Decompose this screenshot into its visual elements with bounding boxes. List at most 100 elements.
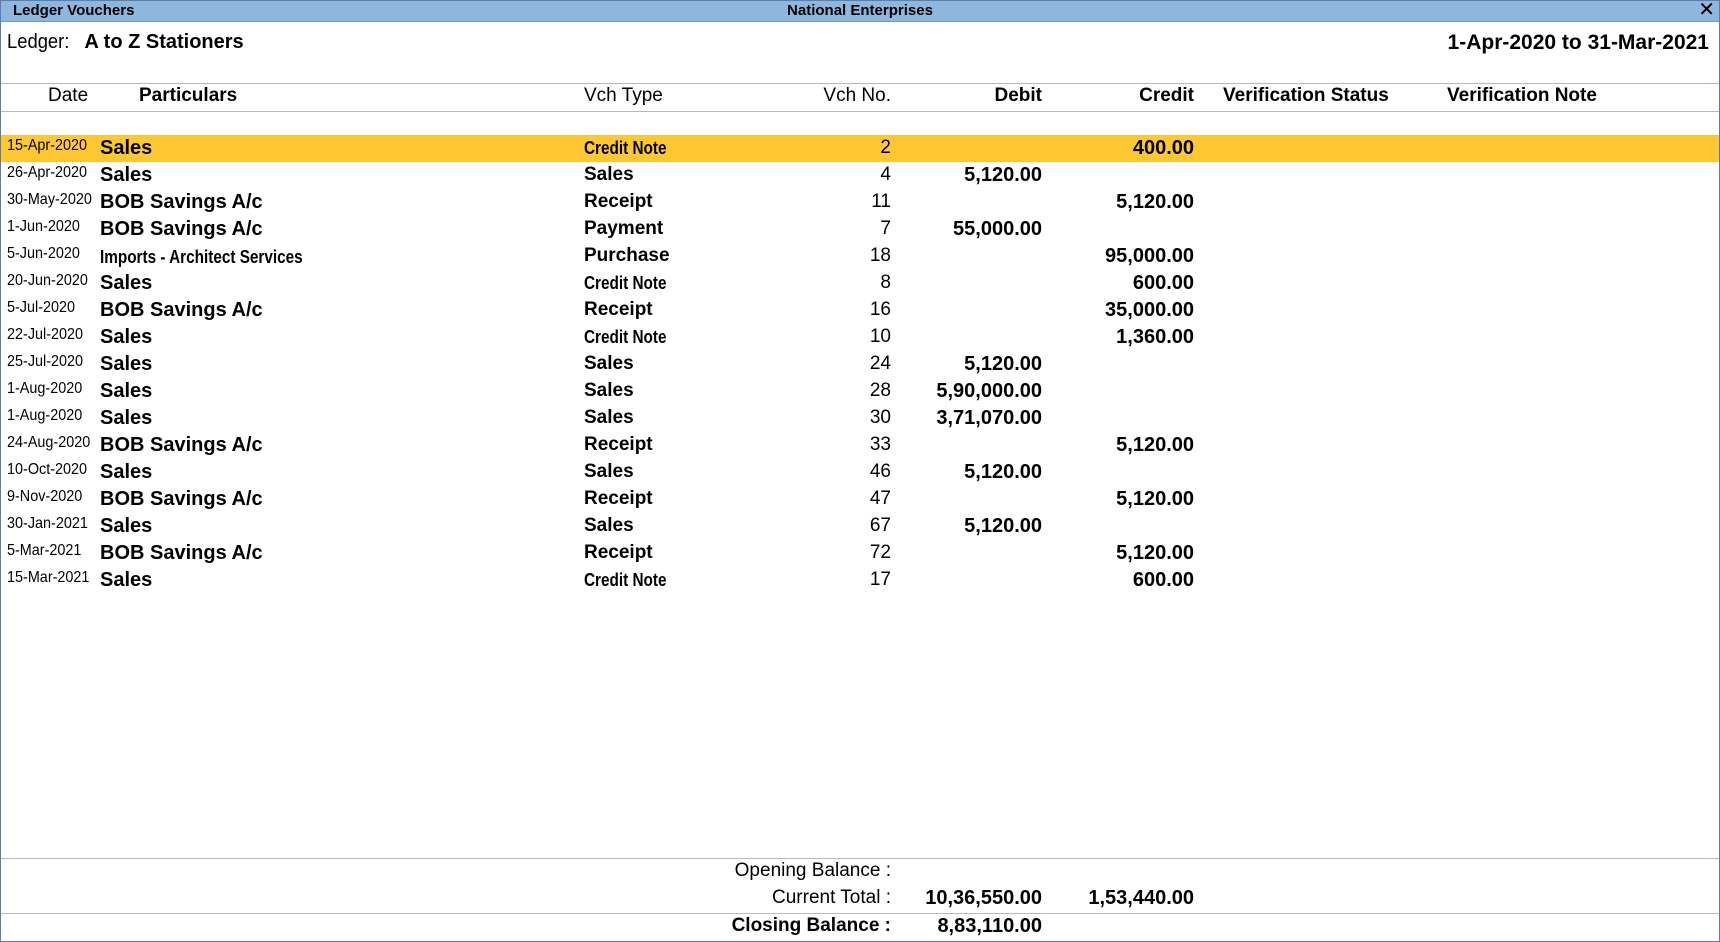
voucher-row[interactable]: 1-Aug-2020 Sales Sales 30 3,71,070.00 [1, 405, 1719, 432]
voucher-type: Sales [584, 164, 634, 185]
voucher-date: 26-Apr-2020 [7, 164, 88, 181]
voucher-type: Receipt [584, 542, 653, 563]
voucher-row[interactable]: 10-Oct-2020 Sales Sales 46 5,120.00 [1, 459, 1719, 486]
period-range[interactable]: 1-Apr-2020 to 31-Mar-2021 [1448, 31, 1709, 55]
header-divider-bottom [1, 111, 1719, 112]
voucher-particulars: BOB Savings A/c [100, 434, 263, 456]
voucher-number: 11 [871, 191, 891, 212]
column-header-verification-note: Verification Note [1447, 85, 1597, 106]
voucher-row[interactable]: 20-Jun-2020 Sales Credit Note 8 600.00 [1, 270, 1719, 297]
voucher-date: 5-Mar-2021 [7, 542, 82, 559]
header-divider-top [1, 83, 1719, 84]
voucher-debit: 3,71,070.00 [936, 407, 1042, 429]
voucher-type: Sales [584, 461, 634, 482]
voucher-number: 46 [869, 461, 891, 482]
opening-balance-label: Opening Balance : [734, 860, 891, 881]
voucher-debit: 5,120.00 [964, 164, 1042, 186]
voucher-credit: 1,360.00 [1116, 326, 1194, 348]
ledger-name[interactable]: A to Z Stationers [84, 31, 243, 53]
voucher-particulars: Sales [100, 515, 153, 537]
voucher-credit: 35,000.00 [1105, 299, 1194, 321]
voucher-row[interactable]: 9-Nov-2020 BOB Savings A/c Receipt 47 5,120.… [1, 486, 1719, 513]
voucher-date: 5-Jun-2020 [7, 245, 80, 262]
voucher-credit: 600.00 [1132, 569, 1194, 591]
voucher-row[interactable]: 15-Mar-2021 Sales Credit Note 17 600.00 [1, 567, 1719, 594]
voucher-row[interactable]: 5-Jul-2020 BOB Savings A/c Receipt 16 35,000… [1, 297, 1719, 324]
voucher-credit: 400.00 [1132, 137, 1194, 159]
voucher-number: 24 [869, 353, 891, 374]
voucher-type: Receipt [584, 191, 653, 212]
voucher-date: 20-Jun-2020 [7, 272, 88, 289]
voucher-particulars: BOB Savings A/c [100, 299, 263, 321]
voucher-row[interactable]: 5-Jun-2020 Imports - Architect Services Pu… [1, 243, 1719, 270]
voucher-row[interactable]: 30-Jan-2021 Sales Sales 67 5,120.00 [1, 513, 1719, 540]
voucher-particulars: Sales [100, 164, 153, 186]
voucher-number: 47 [869, 488, 891, 509]
current-total-label: Current Total : [772, 887, 891, 908]
voucher-number: 28 [869, 380, 891, 401]
closing-balance-debit: 8,83,110.00 [937, 915, 1042, 937]
voucher-number: 30 [869, 407, 891, 428]
voucher-type: Purchase [584, 245, 670, 266]
ledger-vouchers-window: Ledger Vouchers National Enterprises ✕ L… [0, 0, 1720, 942]
voucher-debit: 5,120.00 [964, 515, 1042, 537]
voucher-date: 1-Aug-2020 [7, 380, 83, 397]
voucher-credit: 5,120.00 [1116, 434, 1194, 456]
column-header-particulars: Particulars [139, 85, 238, 106]
voucher-row[interactable]: 1-Aug-2020 Sales Sales 28 5,90,000.00 [1, 378, 1719, 405]
voucher-row[interactable]: 30-May-2020 BOB Savings A/c Receipt 11 5,120… [1, 189, 1719, 216]
voucher-particulars: Sales [100, 326, 153, 348]
voucher-particulars: BOB Savings A/c [100, 542, 263, 564]
column-header-date: Date [48, 85, 89, 106]
voucher-number: 72 [869, 542, 891, 563]
voucher-date: 24-Aug-2020 [7, 434, 91, 451]
voucher-particulars: Sales [100, 380, 153, 402]
voucher-number: 2 [880, 137, 891, 158]
voucher-date: 25-Jul-2020 [7, 353, 84, 370]
voucher-particulars: Sales [100, 461, 153, 483]
voucher-credit: 600.00 [1132, 272, 1194, 294]
voucher-row[interactable]: 24-Aug-2020 BOB Savings A/c Receipt 33 5,120… [1, 432, 1719, 459]
voucher-debit: 5,120.00 [964, 353, 1042, 375]
voucher-number: 33 [869, 434, 891, 455]
voucher-type: Credit Note [584, 273, 667, 293]
voucher-particulars: Sales [100, 353, 153, 375]
voucher-date: 30-May-2020 [7, 191, 92, 208]
voucher-number: 10 [869, 326, 891, 347]
column-header-debit: Debit [994, 85, 1043, 106]
voucher-row[interactable]: 25-Jul-2020 Sales Sales 24 5,120.00 [1, 351, 1719, 378]
voucher-credit: 5,120.00 [1116, 542, 1194, 564]
close-icon[interactable]: ✕ [1698, 0, 1715, 21]
voucher-date: 10-Oct-2020 [7, 461, 88, 478]
column-header-vch-type: Vch Type [584, 85, 663, 106]
voucher-debit: 5,90,000.00 [936, 380, 1042, 402]
column-header-credit: Credit [1139, 85, 1194, 106]
voucher-number: 7 [880, 218, 891, 239]
voucher-type: Payment [584, 218, 664, 239]
voucher-particulars: Sales [100, 137, 153, 159]
voucher-date: 9-Nov-2020 [7, 488, 83, 505]
voucher-row[interactable]: 22-Jul-2020 Sales Credit Note 10 1,360.00 [1, 324, 1719, 351]
voucher-date: 1-Jun-2020 [7, 218, 80, 235]
voucher-particulars: Sales [100, 569, 153, 591]
ledger-label: Ledger: [7, 31, 70, 53]
voucher-particulars: BOB Savings A/c [100, 488, 263, 510]
voucher-number: 67 [869, 515, 891, 536]
voucher-number: 18 [869, 245, 891, 266]
voucher-row[interactable]: 15-Apr-2020 Sales Credit Note 2 400.00 [1, 135, 1719, 162]
voucher-type: Sales [584, 515, 634, 536]
ledger-info: Ledger: A to Z Stationers [7, 31, 244, 54]
voucher-particulars: BOB Savings A/c [100, 218, 263, 240]
voucher-number: 16 [869, 299, 891, 320]
voucher-date: 15-Mar-2021 [7, 569, 90, 586]
voucher-type: Receipt [584, 299, 653, 320]
voucher-type: Credit Note [584, 570, 667, 590]
voucher-row[interactable]: 5-Mar-2021 BOB Savings A/c Receipt 72 5,120.… [1, 540, 1719, 567]
voucher-particulars: Imports - Architect Services [100, 247, 303, 267]
voucher-debit: 55,000.00 [953, 218, 1042, 240]
voucher-particulars: Sales [100, 407, 153, 429]
voucher-type: Sales [584, 353, 634, 374]
closing-balance-label: Closing Balance : [731, 915, 891, 936]
voucher-row[interactable]: 1-Jun-2020 BOB Savings A/c Payment 7 55,000.… [1, 216, 1719, 243]
voucher-row[interactable]: 26-Apr-2020 Sales Sales 4 5,120.00 [1, 162, 1719, 189]
